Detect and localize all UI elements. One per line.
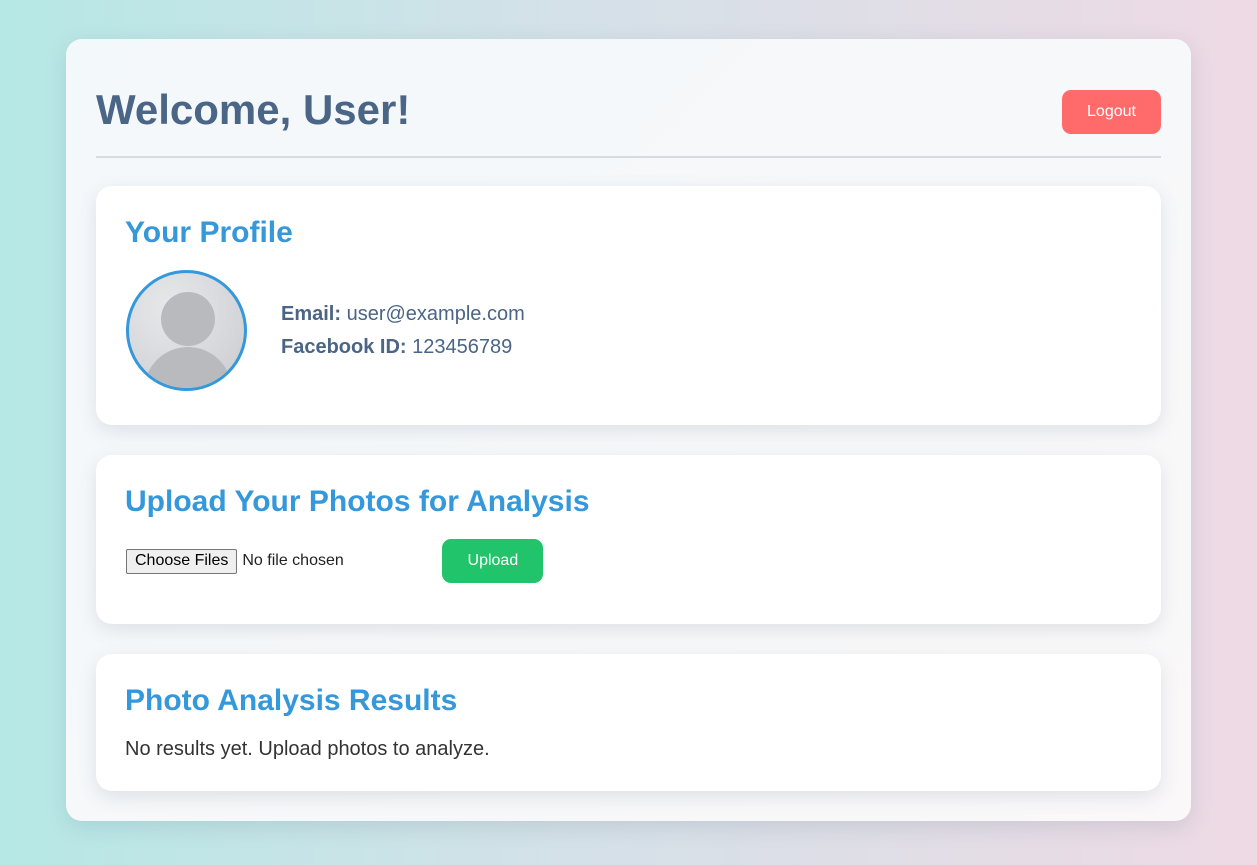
page-title: Welcome, User! bbox=[96, 86, 411, 133]
file-input-row: Choose Files No file chosen Upload bbox=[126, 539, 544, 583]
facebook-id-value: 123456789 bbox=[412, 336, 513, 358]
results-heading: Photo Analysis Results bbox=[125, 684, 458, 717]
avatar bbox=[126, 270, 247, 391]
profile-info: Email: user@example.com Facebook ID: 123… bbox=[281, 298, 525, 364]
results-card: Photo Analysis Results No results yet. U… bbox=[96, 654, 1161, 791]
user-silhouette-icon bbox=[144, 292, 232, 388]
email-row: Email: user@example.com bbox=[281, 298, 525, 331]
email-value: user@example.com bbox=[346, 303, 525, 325]
main-container: Welcome, User! Logout Your Profile Email… bbox=[66, 39, 1191, 821]
upload-card: Upload Your Photos for Analysis Choose F… bbox=[96, 455, 1161, 624]
choose-files-button[interactable]: Choose Files bbox=[126, 548, 238, 574]
profile-heading: Your Profile bbox=[125, 216, 293, 249]
upload-heading: Upload Your Photos for Analysis bbox=[125, 485, 590, 518]
email-label: Email: bbox=[281, 303, 342, 325]
page-header: Welcome, User! Logout bbox=[96, 39, 1161, 158]
logout-button[interactable]: Logout bbox=[1062, 90, 1161, 134]
facebook-id-row: Facebook ID: 123456789 bbox=[281, 331, 525, 364]
results-message: No results yet. Upload photos to analyze… bbox=[125, 738, 490, 760]
profile-card: Your Profile Email: user@example.com Fac… bbox=[96, 186, 1161, 425]
upload-button[interactable]: Upload bbox=[442, 539, 544, 583]
file-status-text: No file chosen bbox=[242, 552, 344, 569]
facebook-id-label: Facebook ID: bbox=[281, 336, 407, 358]
